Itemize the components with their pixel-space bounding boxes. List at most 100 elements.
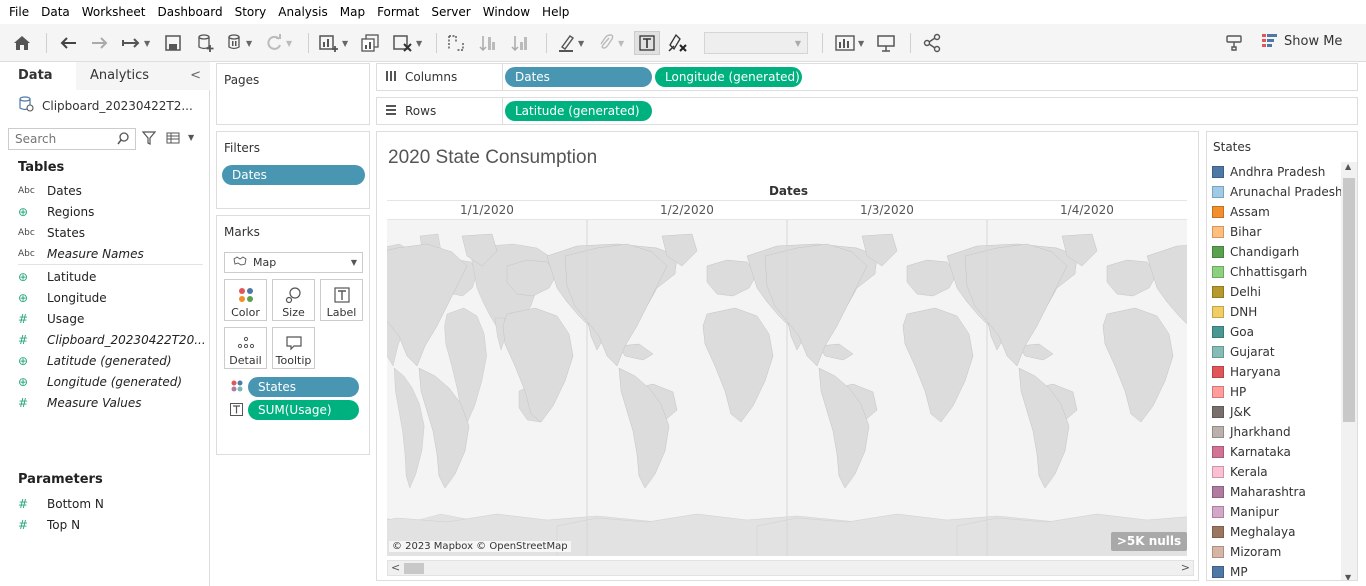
column-header-2[interactable]: 1/2/2020 (587, 203, 787, 217)
field-usage[interactable]: # Usage (18, 309, 84, 329)
fit-dropdown[interactable]: ▼ (704, 32, 808, 54)
tab-analytics[interactable]: Analytics (76, 62, 152, 90)
legend-item-arunachal-pradesh[interactable]: Arunachal Pradesh (1212, 182, 1343, 202)
color-button[interactable]: Color (224, 279, 267, 321)
column-header-1[interactable]: 1/1/2020 (387, 203, 587, 217)
mark-pill-sum-usage[interactable]: SUM(Usage) (248, 400, 359, 420)
group-icon[interactable]: ▼ (596, 31, 624, 55)
datasource-item[interactable]: Clipboard_20230422T2... (18, 96, 193, 115)
field-regions[interactable]: ⊕ Regions (18, 202, 94, 222)
pause-updates-icon[interactable]: ▼ (226, 31, 252, 55)
home-icon[interactable] (12, 31, 32, 55)
menu-file[interactable]: File (4, 5, 36, 19)
scroll-right-icon[interactable]: > (1181, 561, 1190, 574)
legend-item-meghalaya[interactable]: Meghalaya (1212, 522, 1295, 542)
menu-format[interactable]: Format (372, 5, 426, 19)
tab-data[interactable]: Data (0, 62, 76, 90)
legend-item-kerala[interactable]: Kerala (1212, 462, 1268, 482)
clear-sheet-icon[interactable]: ▼ (392, 31, 422, 55)
legend-scroll-thumb[interactable] (1343, 178, 1355, 422)
collapse-pane-icon[interactable]: < (190, 68, 201, 83)
horizontal-scrollbar[interactable]: < > (387, 560, 1194, 576)
menu-server[interactable]: Server (426, 5, 477, 19)
map-panes[interactable] (387, 220, 1187, 556)
undo-icon[interactable] (58, 31, 78, 55)
menu-map[interactable]: Map (335, 5, 372, 19)
presentation-icon[interactable] (876, 31, 896, 55)
label-button[interactable]: Label (320, 279, 363, 321)
legend-item-mp[interactable]: MP (1212, 562, 1248, 580)
legend-scrollbar[interactable]: ▲ ▼ (1341, 162, 1357, 580)
parameter-top-n[interactable]: # Top N (18, 515, 80, 535)
legend-item-goa[interactable]: Goa (1212, 322, 1254, 342)
columns-shelf[interactable]: Columns Dates Longitude (generated) (376, 63, 1358, 91)
share-icon[interactable] (922, 31, 942, 55)
duplicate-icon[interactable] (360, 31, 380, 55)
field-dates[interactable]: Abc Dates (18, 181, 82, 201)
field-measure-names[interactable]: Abc Measure Names (18, 244, 144, 264)
legend-item-gujarat[interactable]: Gujarat (1212, 342, 1275, 362)
pages-card[interactable]: Pages (216, 63, 370, 125)
legend-item-haryana[interactable]: Haryana (1212, 362, 1281, 382)
field-states[interactable]: Abc States (18, 223, 85, 243)
highlight-icon[interactable]: ▼ (556, 31, 584, 55)
fix-axes-icon[interactable] (666, 31, 690, 55)
new-datasource-icon[interactable] (196, 31, 216, 55)
field-latitude-generated[interactable]: ⊕ Latitude (generated) (18, 351, 172, 371)
legend-item-manipur[interactable]: Manipur (1212, 502, 1279, 522)
refresh-icon[interactable]: ▼ (264, 31, 292, 55)
save-icon[interactable] (164, 31, 182, 55)
legend-item-karnataka[interactable]: Karnataka (1212, 442, 1291, 462)
legend-item-assam[interactable]: Assam (1212, 202, 1270, 222)
replay-icon[interactable]: ▼ (120, 31, 150, 55)
field-longitude-generated[interactable]: ⊕ Longitude (generated) (18, 372, 182, 392)
search-input[interactable] (15, 132, 115, 146)
field-latitude[interactable]: ⊕ Latitude (18, 267, 96, 287)
sort-ascending-icon[interactable] (478, 31, 498, 55)
columns-pill-dates[interactable]: Dates (505, 67, 652, 87)
filter-pill-dates[interactable]: Dates (222, 165, 365, 185)
legend-item-maharashtra[interactable]: Maharashtra (1212, 482, 1306, 502)
size-button[interactable]: Size (272, 279, 315, 321)
mark-pill-states[interactable]: States (248, 377, 359, 397)
field-measure-values[interactable]: # Measure Values (18, 393, 141, 413)
legend-item-bihar[interactable]: Bihar (1212, 222, 1261, 242)
field-longitude[interactable]: ⊕ Longitude (18, 288, 107, 308)
show-me-button[interactable]: Show Me (1262, 33, 1342, 49)
tooltip-button[interactable]: Tooltip (272, 327, 315, 369)
legend-item-dnh[interactable]: DNH (1212, 302, 1257, 322)
menu-help[interactable]: Help (537, 5, 576, 19)
nulls-indicator[interactable]: >5K nulls (1111, 532, 1187, 551)
mark-type-dropdown[interactable]: Map ▼ (224, 252, 363, 273)
menu-analysis[interactable]: Analysis (273, 5, 334, 19)
sort-descending-icon[interactable] (510, 31, 530, 55)
filters-card[interactable]: Filters Dates (216, 131, 370, 209)
column-header-4[interactable]: 1/4/2020 (987, 203, 1187, 217)
rows-pill-latitude[interactable]: Latitude (generated) (505, 101, 652, 121)
legend-item-j-k[interactable]: J&K (1212, 402, 1251, 422)
scroll-left-icon[interactable]: < (391, 561, 400, 574)
menu-dashboard[interactable]: Dashboard (152, 5, 229, 19)
field-clipboard-20230422t20[interactable]: # Clipboard_20230422T20... (18, 330, 206, 350)
filter-icon[interactable] (141, 131, 157, 148)
pin-icon[interactable] (1224, 31, 1244, 55)
swap-icon[interactable] (446, 31, 466, 55)
redo-icon[interactable] (90, 31, 110, 55)
scroll-up-icon[interactable]: ▲ (1345, 162, 1351, 171)
show-cards-icon[interactable]: ▼ (834, 31, 864, 55)
rows-shelf[interactable]: Rows Latitude (generated) (376, 97, 1358, 125)
view-dropdown-icon[interactable]: ▼ (188, 133, 194, 142)
menu-worksheet[interactable]: Worksheet (77, 5, 153, 19)
legend-item-hp[interactable]: HP (1212, 382, 1246, 402)
scroll-thumb[interactable] (404, 563, 424, 574)
search-box[interactable] (8, 128, 136, 150)
parameter-bottom-n[interactable]: # Bottom N (18, 494, 104, 514)
menu-data[interactable]: Data (36, 5, 77, 19)
legend-item-andhra-pradesh[interactable]: Andhra Pradesh (1212, 162, 1325, 182)
scroll-down-icon[interactable]: ▼ (1345, 573, 1351, 580)
map-attribution[interactable]: © 2023 Mapbox © OpenStreetMap (389, 541, 571, 552)
column-header-3[interactable]: 1/3/2020 (787, 203, 987, 217)
legend-item-chandigarh[interactable]: Chandigarh (1212, 242, 1299, 262)
menu-story[interactable]: Story (230, 5, 274, 19)
view-list-icon[interactable] (166, 131, 180, 148)
